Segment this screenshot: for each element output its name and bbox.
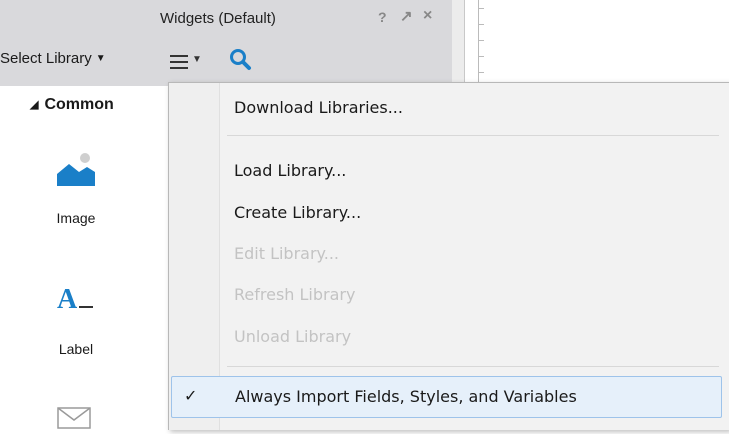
menu-item-download-libraries[interactable]: Download Libraries...: [234, 98, 403, 117]
select-library-dropdown[interactable]: Select Library ▼: [0, 50, 106, 67]
menu-item-unload-library: Unload Library: [234, 327, 352, 346]
checkmark-icon: ✓: [184, 388, 198, 405]
popout-icon[interactable]: ↗: [400, 7, 413, 25]
help-icon[interactable]: ?: [378, 9, 387, 25]
collapse-triangle-icon: ◢: [30, 99, 39, 111]
vertical-ruler: [478, 0, 485, 90]
search-icon[interactable]: [228, 47, 252, 71]
menu-separator: [227, 366, 719, 367]
section-common-label: Common: [44, 96, 114, 113]
widget-label-image: Image: [56, 210, 96, 226]
menu-separator: [227, 135, 719, 136]
close-icon[interactable]: ×: [423, 7, 432, 25]
panel-title: Widgets (Default): [160, 10, 276, 27]
menu-item-refresh-library: Refresh Library: [234, 285, 356, 304]
hamburger-icon: [170, 55, 188, 57]
email-icon[interactable]: [57, 404, 91, 429]
library-menu-button[interactable]: ▼: [170, 50, 202, 72]
widget-label-label: Label: [58, 341, 94, 357]
chevron-down-icon: ▼: [95, 53, 106, 64]
menu-item-create-library[interactable]: Create Library...: [234, 203, 361, 222]
image-icon[interactable]: [57, 150, 95, 186]
menu-item-load-library[interactable]: Load Library...: [234, 161, 346, 180]
menu-item-always-import[interactable]: ✓ Always Import Fields, Styles, and Vari…: [171, 376, 722, 418]
select-library-label: Select Library: [0, 50, 92, 67]
panel-splitter[interactable]: [452, 0, 465, 86]
library-menu-dropdown: Download Libraries... Load Library... Cr…: [168, 82, 729, 430]
label-icon[interactable]: A: [57, 282, 97, 315]
svg-text:A: A: [57, 284, 78, 314]
menu-item-always-import-label: Always Import Fields, Styles, and Variab…: [235, 387, 577, 406]
menu-item-edit-library: Edit Library...: [234, 244, 339, 263]
chevron-down-icon: ▼: [192, 54, 202, 65]
panel-header: Widgets (Default) ? ↗ × Select Library ▼ …: [0, 0, 453, 86]
section-common[interactable]: ◢ Common: [30, 96, 114, 114]
